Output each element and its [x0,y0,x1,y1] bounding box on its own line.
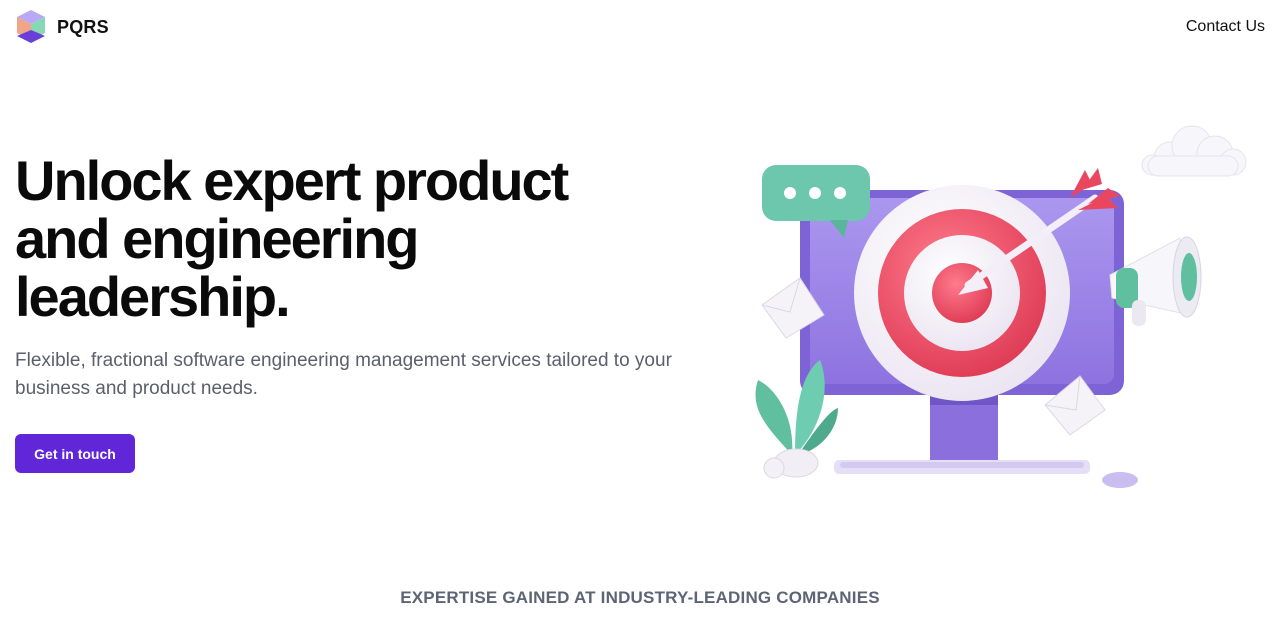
brand-name: PQRS [57,16,109,37]
hero-subtitle: Flexible, fractional software engineerin… [15,350,672,399]
top-nav: PQRS Contact Us [0,0,1280,56]
cloud-icon [1141,125,1247,177]
hero-illustration [755,125,1247,488]
hero-title: Unlock expert product and engineering le… [15,152,705,326]
contact-us-link[interactable]: Contact Us [1186,18,1265,36]
hero-title-line-1: Unlock expert product [15,149,569,212]
mouse-icon [1102,472,1138,488]
isometric-cube-icon [17,10,45,43]
expertise-heading: EXPERTISE GAINED AT INDUSTRY-LEADING COM… [400,588,880,607]
brand[interactable]: PQRS [15,9,109,45]
keyboard-icon [834,460,1090,474]
get-in-touch-button[interactable]: Get in touch [15,434,135,473]
hero-title-line-2: and engineering [15,207,419,270]
hero-title-line-3: leadership. [15,265,291,328]
